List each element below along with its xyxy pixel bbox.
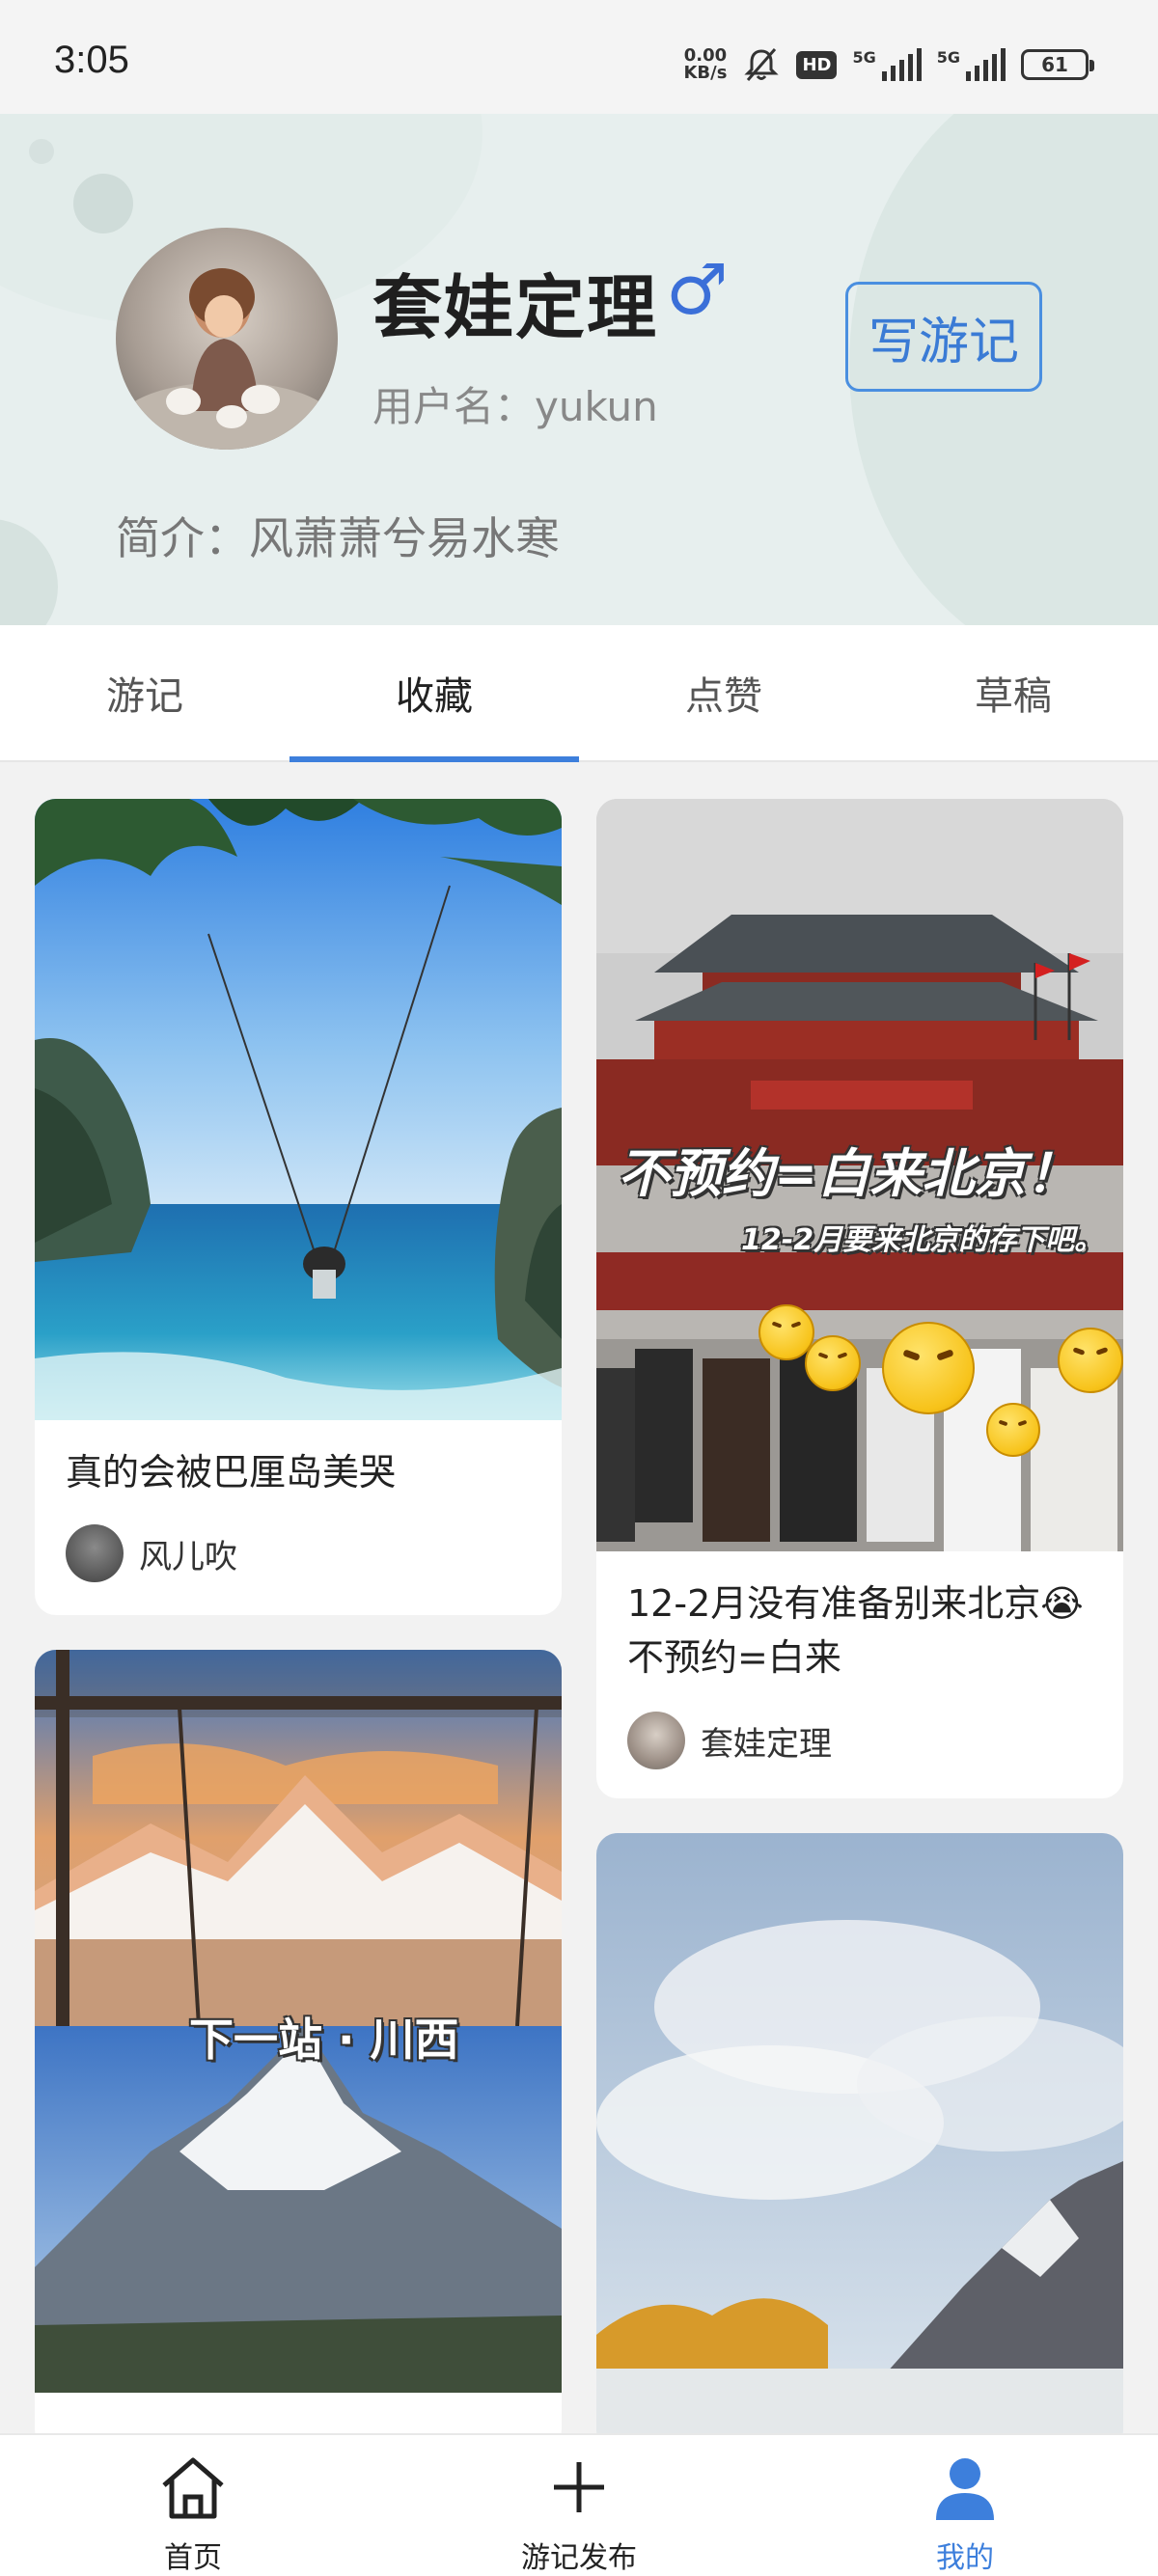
author-avatar	[66, 1524, 124, 1582]
overlay-headline: 下一站 · 川西	[189, 2014, 459, 2066]
signal-label-2: 5G	[936, 48, 960, 67]
signal-icon: 5G	[852, 48, 922, 81]
tired-face-emoji	[986, 1403, 1040, 1457]
plus-icon	[542, 2451, 616, 2528]
profile-bio: 简介：风萧萧兮易水寒	[116, 512, 560, 564]
author-name: 风儿吹	[139, 1537, 237, 1576]
bg-dot	[0, 519, 58, 625]
status-bar: 3:05 0.00 KB/s HD 5G 5G 61	[0, 0, 1158, 114]
overlay-subtitle: 12-2月要来北京的存下吧。	[741, 1223, 1104, 1257]
card-title: 12-2月没有准备别来北京😭不预约=白来	[627, 1582, 1084, 1679]
net-speed: 0.00 KB/s	[683, 47, 727, 82]
nav-home[interactable]: 首页	[0, 2435, 386, 2576]
travelogue-card[interactable]: 真的会被巴厘岛美哭 风儿吹	[35, 799, 562, 1615]
signal-label: 5G	[852, 48, 876, 67]
profile-nickname: 套娃定理	[372, 267, 659, 348]
battery-level: 61	[1041, 53, 1068, 76]
bg-dot	[29, 139, 54, 164]
card-image-beijing: 不预约=白来北京！ 12-2月要来北京的存下吧。	[596, 799, 1123, 1551]
overlay-headline: 不预约=白来北京！	[618, 1143, 1079, 1204]
profile-tabs: 游记 收藏 点赞 草稿	[0, 625, 1158, 762]
card-author: 套娃定理	[627, 1712, 832, 1769]
travelogue-card[interactable]: 下一站 · 川西	[35, 1650, 562, 2451]
battery-icon: 61	[1021, 49, 1094, 80]
tab-favorites[interactable]: 收藏	[290, 625, 579, 762]
author-avatar	[627, 1712, 685, 1769]
bottom-nav: 首页 游记发布 我的	[0, 2433, 1158, 2576]
net-speed-unit: KB/s	[683, 63, 728, 83]
card-image-western-sichuan: 下一站 · 川西	[35, 1650, 562, 2393]
author-name: 套娃定理	[701, 1724, 832, 1764]
write-travelogue-button[interactable]: 写游记	[845, 282, 1042, 392]
home-icon	[156, 2451, 230, 2528]
profile-avatar[interactable]	[116, 228, 338, 450]
status-icons: 0.00 KB/s HD 5G 5G 61	[683, 42, 1094, 87]
bell-muted-icon	[742, 45, 781, 84]
bg-dot	[73, 174, 133, 233]
signal-icon-2: 5G	[937, 48, 1006, 81]
user-icon	[928, 2451, 1002, 2528]
nav-publish[interactable]: 游记发布	[386, 2435, 772, 2576]
profile-username: 用户名：yukun	[372, 383, 658, 430]
tab-drafts[interactable]: 草稿	[868, 625, 1158, 760]
tired-face-emoji	[1058, 1328, 1123, 1393]
nav-mine-label: 我的	[936, 2541, 994, 2575]
travelogue-card[interactable]	[596, 1833, 1123, 2451]
tired-face-emoji	[882, 1322, 975, 1414]
tired-face-emoji	[805, 1335, 861, 1391]
card-image-alpine	[596, 1833, 1123, 2451]
male-icon: ♂	[666, 249, 729, 330]
tab-travelogues[interactable]: 游记	[0, 625, 290, 760]
nav-home-label: 首页	[164, 2541, 222, 2575]
profile-header: 套娃定理 ♂ 用户名：yukun 写游记 简介：风萧萧兮易水寒	[0, 114, 1158, 625]
status-time: 3:05	[54, 39, 129, 81]
travelogue-card[interactable]: 不预约=白来北京！ 12-2月要来北京的存下吧。 12-2月没有准备别来北京😭不…	[596, 799, 1123, 1798]
card-author: 风儿吹	[66, 1524, 237, 1582]
card-title: 真的会被巴厘岛美哭	[66, 1451, 397, 1494]
tab-likes[interactable]: 点赞	[579, 625, 868, 760]
nav-publish-label: 游记发布	[521, 2541, 637, 2575]
hd-badge: HD	[796, 50, 838, 79]
nav-mine[interactable]: 我的	[772, 2435, 1158, 2576]
card-image-bali	[35, 799, 562, 1420]
